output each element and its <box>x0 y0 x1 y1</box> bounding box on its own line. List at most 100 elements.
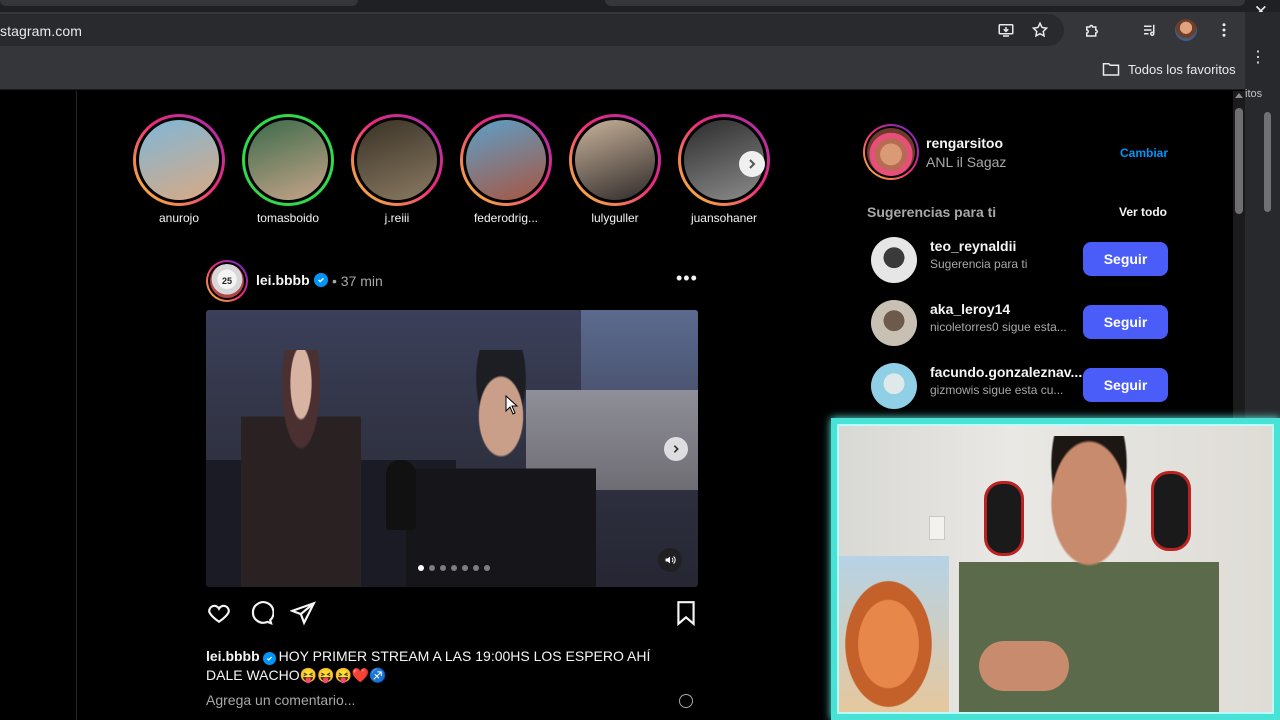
story-item[interactable]: tomasboido <box>242 114 334 225</box>
story-item[interactable]: lulyguller <box>569 114 661 225</box>
post-media[interactable] <box>206 310 698 587</box>
story-username: juansohaner <box>690 211 758 225</box>
all-bookmarks-label: Todos los favoritos <box>1128 61 1236 77</box>
carousel-dot <box>484 565 490 571</box>
story-username: tomasboido <box>256 211 320 225</box>
folder-icon <box>1102 63 1120 76</box>
address-bar[interactable]: stagram.com <box>0 14 1064 46</box>
story-ring[interactable] <box>242 114 334 206</box>
tiger-poster <box>839 556 949 712</box>
post-author[interactable]: lei.bbbb <box>256 272 328 288</box>
media-controls-icon[interactable] <box>1138 18 1162 42</box>
carousel-dot <box>462 565 468 571</box>
post-caption: lei.bbbb HOY PRIMER STREAM A LAS 19:00HS … <box>206 647 686 685</box>
comment-bubble-icon[interactable] <box>248 600 275 626</box>
browser-tab-strip <box>0 0 1280 12</box>
suggestions-title: Sugerencias para ti <box>867 204 997 220</box>
story-ring[interactable] <box>460 114 552 206</box>
post-timestamp: • 37 min <box>332 273 383 289</box>
carousel-indicator <box>418 565 490 571</box>
story-ring[interactable] <box>351 114 443 206</box>
suggestion-row: teo_reynaldii Sugerencia para ti Seguir <box>871 236 1171 284</box>
carousel-next-button[interactable] <box>664 437 688 461</box>
browser-tab[interactable] <box>0 0 358 6</box>
browser-toolbar: stagram.com <box>0 12 1245 48</box>
verified-badge-icon <box>313 273 328 287</box>
emoji-picker-icon[interactable] <box>679 694 693 708</box>
suggestion-username[interactable]: teo_reynaldii <box>930 238 1016 254</box>
story-ring[interactable] <box>569 114 661 206</box>
side-panel-scrollbar[interactable] <box>1264 112 1271 212</box>
suggestion-avatar[interactable] <box>871 237 917 283</box>
suggestion-username[interactable]: facundo.gonzaleznav... <box>930 364 1082 380</box>
story-ring[interactable] <box>133 114 225 206</box>
share-send-icon[interactable] <box>288 600 316 626</box>
suggestion-row: facundo.gonzaleznav... gizmowis sigue est… <box>871 362 1171 410</box>
story-item[interactable]: j.reiii <box>351 114 443 225</box>
scroll-up-arrow-icon[interactable] <box>1235 93 1243 98</box>
chevron-right-icon <box>749 159 756 169</box>
headphone-right <box>1151 471 1191 551</box>
speaker-icon <box>665 556 676 564</box>
scrollbar-thumb[interactable] <box>1235 108 1243 214</box>
story-username: anurojo <box>158 211 200 225</box>
carousel-dot <box>473 565 479 571</box>
suggestion-reason: Sugerencia para ti <box>930 257 1028 271</box>
follow-button[interactable]: Seguir <box>1083 368 1168 402</box>
story-username: federodrig... <box>473 211 539 225</box>
follow-button[interactable]: Seguir <box>1083 305 1168 339</box>
stories-next-button[interactable] <box>739 151 765 177</box>
story-username: lulyguller <box>591 211 639 225</box>
audio-toggle-button[interactable] <box>658 548 682 572</box>
nav-divider <box>76 91 77 720</box>
bookmarks-bar: Todos los favoritos <box>0 48 1245 90</box>
extensions-puzzle-icon[interactable] <box>1080 18 1104 42</box>
browser-tab[interactable] <box>605 0 1245 6</box>
suggestion-reason: gizmowis sigue esta cu... <box>930 383 1064 397</box>
story-avatar <box>466 120 546 200</box>
story-item[interactable]: federodrig... <box>460 114 552 225</box>
post-avatar-text: 25 <box>210 264 244 298</box>
install-app-icon[interactable] <box>994 18 1018 42</box>
follow-button[interactable]: Seguir <box>1083 242 1168 276</box>
page-scrollbar[interactable] <box>1233 91 1245 418</box>
like-heart-icon[interactable] <box>206 600 232 626</box>
side-panel-menu-icon[interactable]: ⋮ <box>1250 50 1266 66</box>
headphone-left <box>984 481 1024 556</box>
bookmark-star-icon[interactable] <box>1028 18 1052 42</box>
save-bookmark-icon[interactable] <box>673 600 699 627</box>
side-panel: ⋮ itos <box>1245 12 1280 418</box>
address-url[interactable]: stagram.com <box>0 23 82 39</box>
carousel-dot <box>418 565 424 571</box>
profile-avatar[interactable] <box>1175 19 1197 41</box>
streamer-hand <box>979 641 1069 691</box>
webcam-feed <box>837 424 1274 714</box>
caption-username[interactable]: lei.bbbb <box>206 648 260 664</box>
suggestion-avatar[interactable] <box>871 300 917 346</box>
current-user-avatar[interactable] <box>863 124 919 180</box>
suggestion-row: aka_leroy14 nicoletorres0 sigue esta... Se… <box>871 299 1171 347</box>
microphone <box>386 460 416 530</box>
switch-account-link[interactable]: Cambiar <box>1120 146 1168 160</box>
verified-badge-icon <box>262 652 276 665</box>
carousel-dot <box>429 565 435 571</box>
post-username[interactable]: lei.bbbb <box>256 272 310 288</box>
wall-switch <box>929 516 945 540</box>
story-item[interactable]: anurojo <box>133 114 225 225</box>
browser-menu-icon[interactable] <box>1212 18 1236 42</box>
suggestion-username[interactable]: aka_leroy14 <box>930 301 1010 317</box>
story-avatar <box>357 120 437 200</box>
side-panel-text: itos <box>1245 88 1263 100</box>
story-avatar <box>248 120 328 200</box>
comment-input[interactable]: Agrega un comentario... <box>206 692 355 708</box>
all-bookmarks-folder[interactable]: Todos los favoritos <box>1102 61 1236 77</box>
suggestion-avatar[interactable] <box>871 363 917 409</box>
story-username: j.reiii <box>384 211 410 225</box>
story-avatar <box>139 120 219 200</box>
post-author-avatar[interactable]: 25 <box>206 260 248 302</box>
see-all-link[interactable]: Ver todo <box>1119 205 1167 219</box>
post-options-icon[interactable]: ••• <box>676 268 698 289</box>
chevron-right-icon <box>673 445 679 453</box>
carousel-dot <box>440 565 446 571</box>
current-username[interactable]: rengarsitoo <box>926 135 1003 151</box>
